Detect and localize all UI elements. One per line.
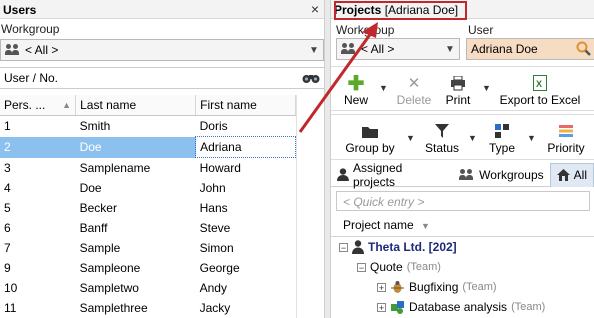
- annotation-arrow: [298, 22, 378, 133]
